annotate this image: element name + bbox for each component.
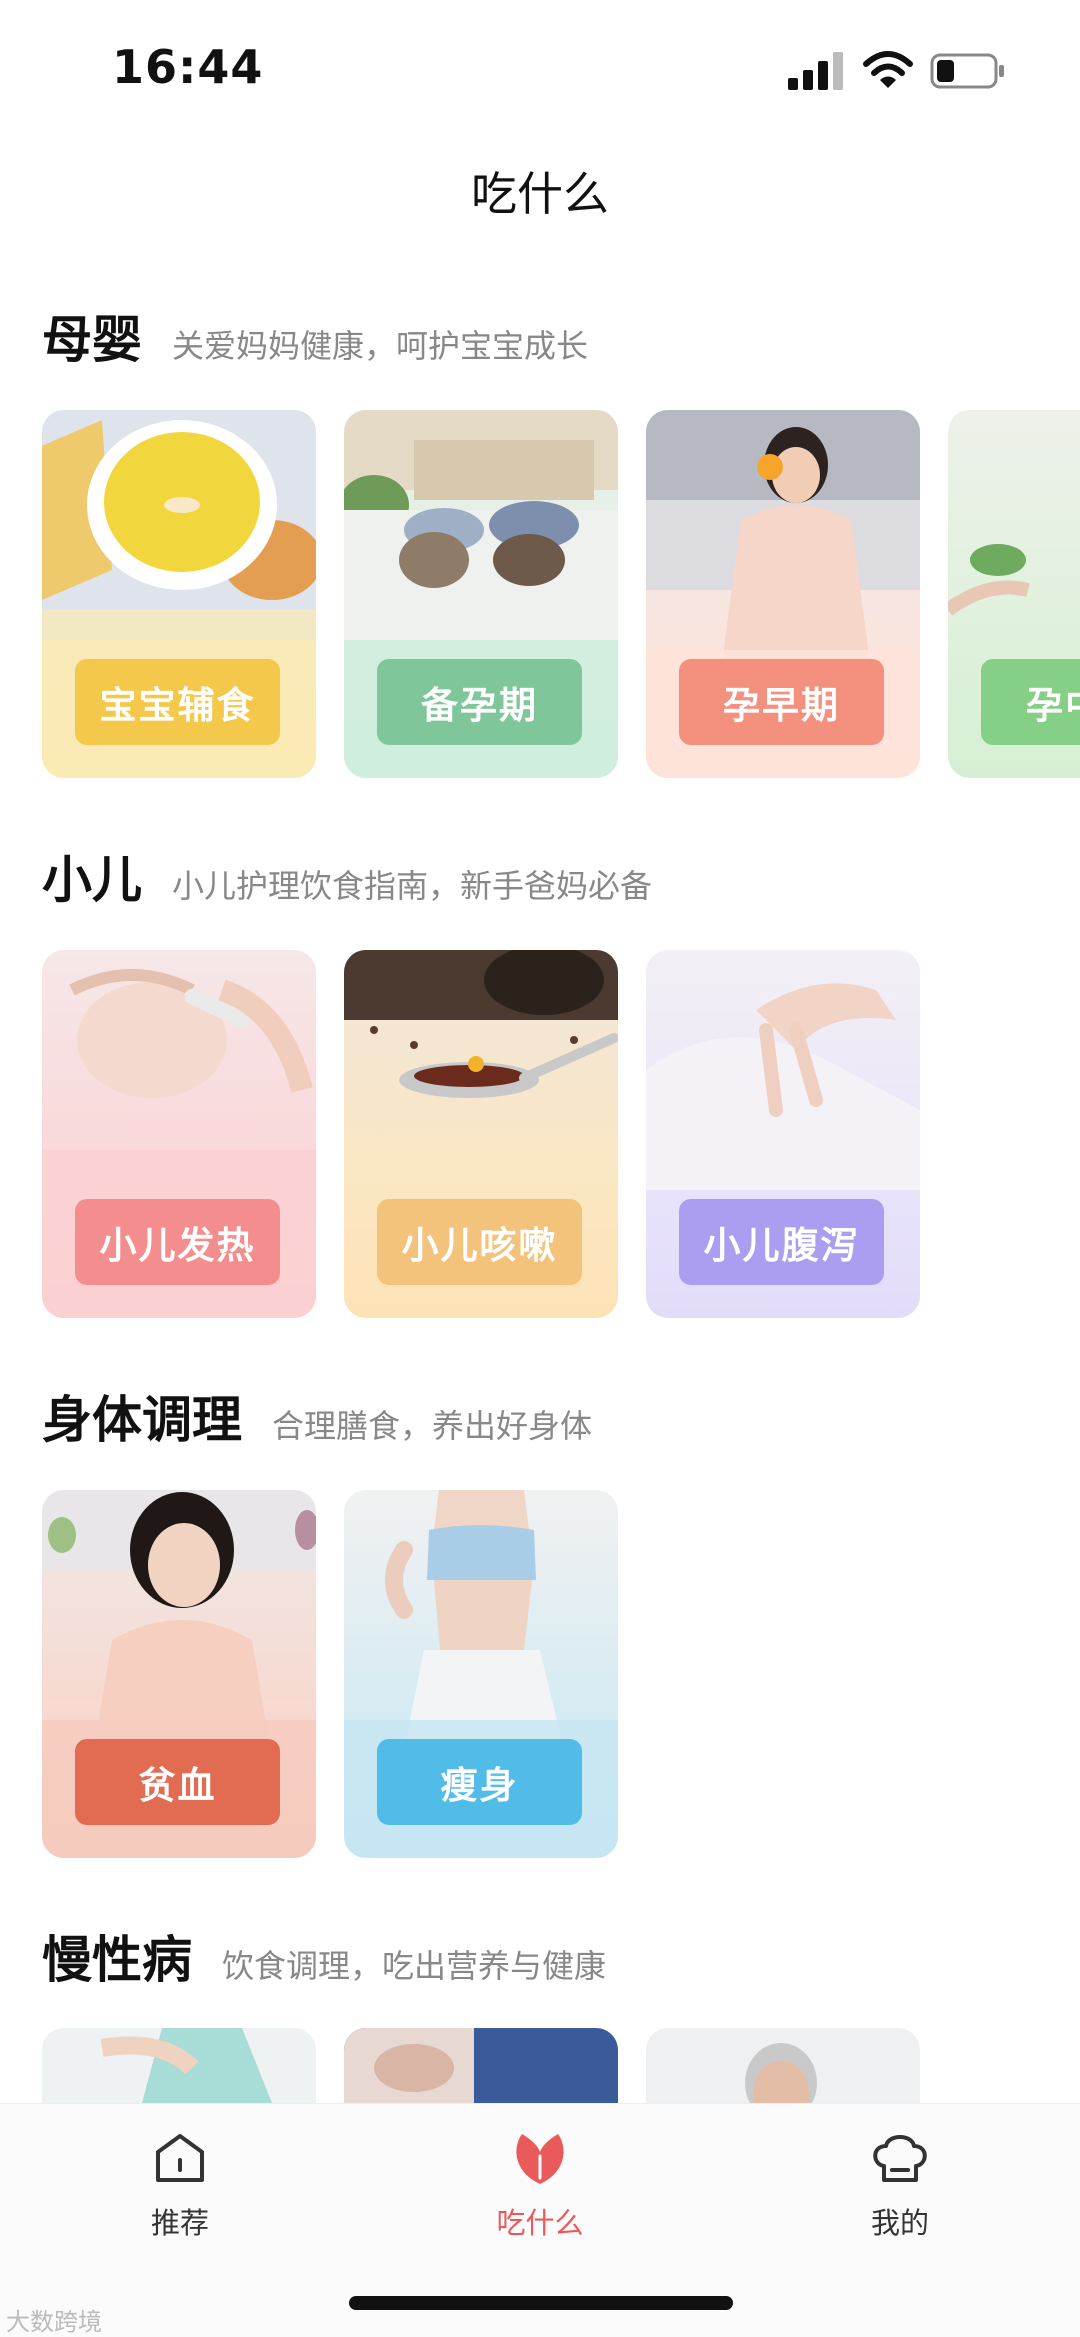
card-label: 小儿腹泻 [679, 1199, 884, 1285]
chef-hat-icon [873, 2135, 927, 2182]
card-baby-food[interactable]: 宝宝辅食 [42, 410, 316, 778]
nav-label: 我的 [870, 2206, 929, 2240]
section-header-maternal: 母婴 关爱妈妈健康，呵护宝宝成长 [42, 300, 588, 370]
card-mid-pregnancy[interactable]: 孕中 [948, 410, 1080, 778]
card-label: 瘦身 [377, 1739, 582, 1825]
card-pre-pregnancy[interactable]: 备孕期 [344, 410, 618, 778]
card-label: 小儿咳嗽 [377, 1199, 582, 1285]
section-title: 慢性病 [42, 1931, 192, 1989]
section-subtitle: 小儿护理饮食指南，新手爸妈必备 [172, 867, 653, 905]
card-anemia[interactable]: 贫血 [42, 1490, 316, 1858]
nav-item-recommend[interactable]: 推荐 [80, 2126, 280, 2266]
chronic-image-2 [344, 2028, 474, 2103]
card-early-pregnancy[interactable]: 孕早期 [646, 410, 920, 778]
battery-icon [930, 53, 1004, 89]
section-title: 母婴 [42, 311, 142, 369]
cellular-signal-icon [788, 52, 843, 90]
section-subtitle: 饮食调理，吃出营养与健康 [222, 1947, 607, 1985]
status-time: 16:44 [112, 40, 264, 94]
card-row-chronic [42, 2028, 1080, 2103]
chronic-image-1 [100, 2028, 272, 2103]
section-header-body-care: 身体调理 合理膳食，养出好身体 [42, 1380, 592, 1450]
leaf-icon [516, 2134, 564, 2184]
card-label: 宝宝辅食 [75, 659, 280, 745]
elderly-man-image [745, 2043, 817, 2103]
card-slimming[interactable]: 瘦身 [344, 1490, 618, 1858]
page-title: 吃什么 [471, 167, 609, 221]
section-header-chronic: 慢性病 饮食调理，吃出营养与健康 [42, 1920, 606, 1990]
watermark-text: 大数跨境 [6, 2308, 102, 2336]
card-chronic-3[interactable] [646, 2028, 920, 2103]
section-subtitle: 合理膳食，养出好身体 [272, 1407, 593, 1445]
card-child-fever[interactable]: 小儿发热 [42, 950, 316, 1318]
nav-item-mine[interactable]: 我的 [800, 2126, 1000, 2266]
nav-label: 推荐 [150, 2206, 209, 2240]
card-row-maternal: 宝宝辅食 备孕期 孕早期 孕 [42, 410, 1080, 780]
card-label: 小儿发热 [75, 1199, 280, 1285]
section-title: 小儿 [42, 851, 142, 909]
card-row-children: 小儿发热 小儿咳嗽 小儿腹泻 [42, 950, 1080, 1320]
card-child-diarrhea[interactable]: 小儿腹泻 [646, 950, 920, 1318]
card-chronic-2[interactable] [344, 2028, 618, 2103]
home-indicator [349, 2296, 733, 2310]
wifi-icon [863, 51, 913, 88]
card-chronic-1[interactable] [42, 2028, 316, 2103]
section-header-children: 小儿 小儿护理饮食指南，新手爸妈必备 [42, 840, 652, 910]
nav-item-what-to-eat[interactable]: 吃什么 [440, 2126, 640, 2266]
card-label: 贫血 [75, 1739, 280, 1825]
card-label: 孕早期 [679, 659, 884, 745]
section-title: 身体调理 [42, 1391, 242, 1449]
card-row-body-care: 贫血 瘦身 [42, 1490, 1080, 1860]
section-subtitle: 关爱妈妈健康，呵护宝宝成长 [172, 327, 589, 365]
app-screen: 16:44 吃什么 母婴 关爱妈妈健康，呵护宝宝成长 宝宝辅食 备孕期 孕早期 … [0, 0, 1080, 2337]
card-label: 备孕期 [377, 659, 582, 745]
card-child-cough[interactable]: 小儿咳嗽 [344, 950, 618, 1318]
card-label: 孕中 [981, 659, 1080, 745]
home-icon [156, 2134, 204, 2182]
status-bar: 16:44 [0, 0, 1080, 120]
nav-label: 吃什么 [496, 2206, 584, 2240]
